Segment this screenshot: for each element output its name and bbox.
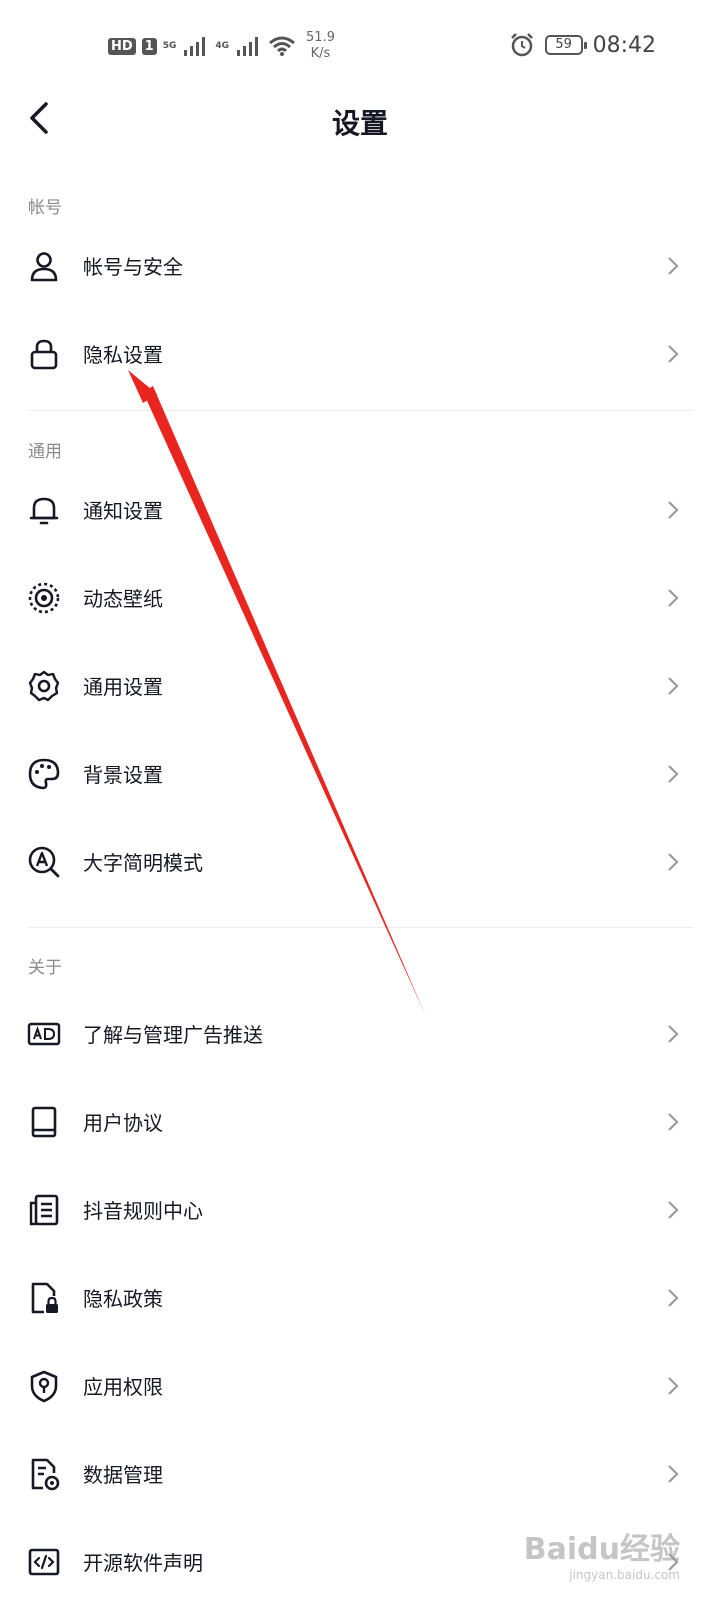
top-bar: 设置 bbox=[0, 88, 720, 150]
status-left: HD 1 5G 4G 51.9 K/s bbox=[108, 30, 335, 62]
row-label: 隐私政策 bbox=[83, 1287, 163, 1311]
network-4g-label: 4G bbox=[215, 41, 230, 51]
bell-icon bbox=[29, 497, 59, 525]
section-label-account: 帐号 bbox=[28, 198, 62, 218]
watermark-url: jingyan.baidu.com bbox=[569, 1568, 680, 1582]
chevron-right-icon bbox=[668, 1377, 679, 1395]
chevron-right-icon bbox=[668, 853, 679, 871]
user-icon bbox=[30, 252, 58, 282]
chevron-right-icon bbox=[668, 1201, 679, 1219]
settings-row-data-management[interactable]: 数据管理 bbox=[0, 1430, 720, 1518]
document-list-icon bbox=[29, 1194, 59, 1226]
settings-row-account-security[interactable]: 帐号与安全 bbox=[0, 222, 720, 310]
row-label: 了解与管理广告推送 bbox=[83, 1023, 263, 1047]
status-right: 59 08:42 bbox=[509, 32, 656, 58]
section-divider bbox=[28, 927, 693, 928]
wallpaper-icon bbox=[28, 582, 60, 614]
settings-row-rules-center[interactable]: 抖音规则中心 bbox=[0, 1166, 720, 1254]
shield-icon bbox=[30, 1370, 58, 1403]
speed-value: 51.9 bbox=[306, 30, 335, 45]
watermark: Baidu经验 jingyan.baidu.com bbox=[524, 1524, 680, 1582]
signal-icon-2 bbox=[237, 37, 259, 56]
settings-row-ad-management[interactable]: 了解与管理广告推送 bbox=[0, 990, 720, 1078]
chevron-right-icon bbox=[668, 345, 679, 363]
row-label: 通知设置 bbox=[83, 499, 163, 523]
chevron-right-icon bbox=[668, 257, 679, 275]
ad-icon bbox=[27, 1022, 61, 1046]
settings-row-privacy-settings[interactable]: 隐私设置 bbox=[0, 310, 720, 398]
signal-icon bbox=[184, 37, 206, 56]
row-label: 背景设置 bbox=[83, 763, 163, 787]
chevron-right-icon bbox=[668, 677, 679, 695]
row-label: 隐私设置 bbox=[83, 343, 163, 367]
settings-row-live-wallpaper[interactable]: 动态壁纸 bbox=[0, 554, 720, 642]
file-gear-icon bbox=[31, 1458, 60, 1491]
row-label: 大字简明模式 bbox=[83, 851, 203, 875]
settings-row-app-permissions[interactable]: 应用权限 bbox=[0, 1342, 720, 1430]
row-label: 动态壁纸 bbox=[83, 587, 163, 611]
row-label: 数据管理 bbox=[83, 1463, 163, 1487]
file-lock-icon bbox=[31, 1282, 58, 1314]
settings-row-general-settings[interactable]: 通用设置 bbox=[0, 642, 720, 730]
row-label: 开源软件声明 bbox=[83, 1551, 203, 1575]
status-bar: HD 1 5G 4G 51.9 K/s 59 08:42 bbox=[0, 0, 720, 90]
row-label: 帐号与安全 bbox=[83, 255, 183, 279]
hd-badge: HD bbox=[108, 37, 136, 55]
gear-icon bbox=[28, 670, 60, 702]
settings-row-background-settings[interactable]: 背景设置 bbox=[0, 730, 720, 818]
section-label-about: 关于 bbox=[28, 958, 62, 978]
chevron-right-icon bbox=[668, 589, 679, 607]
row-label: 抖音规则中心 bbox=[83, 1199, 203, 1223]
row-label: 通用设置 bbox=[83, 675, 163, 699]
row-label: 应用权限 bbox=[83, 1375, 163, 1399]
lock-icon bbox=[30, 339, 58, 370]
network-5g-label: 5G bbox=[162, 41, 177, 51]
large-font-icon bbox=[28, 846, 60, 878]
palette-icon bbox=[28, 758, 60, 790]
row-label: 用户协议 bbox=[83, 1111, 163, 1135]
watermark-logo: Baidu经验 bbox=[523, 1532, 680, 1567]
sim-badge: 1 bbox=[141, 37, 157, 55]
chevron-right-icon bbox=[668, 501, 679, 519]
code-icon bbox=[28, 1548, 60, 1576]
battery-indicator: 59 bbox=[544, 35, 587, 55]
chevron-right-icon bbox=[668, 765, 679, 783]
settings-row-large-font-mode[interactable]: 大字简明模式 bbox=[0, 818, 720, 906]
speed-unit: K/s bbox=[310, 46, 331, 61]
book-icon bbox=[31, 1106, 57, 1138]
settings-row-notifications[interactable]: 通知设置 bbox=[0, 466, 720, 554]
network-speed: 51.9 K/s bbox=[306, 30, 335, 62]
settings-row-privacy-policy[interactable]: 隐私政策 bbox=[0, 1254, 720, 1342]
alarm-icon bbox=[510, 33, 533, 57]
chevron-right-icon bbox=[668, 1025, 679, 1043]
settings-row-user-agreement[interactable]: 用户协议 bbox=[0, 1078, 720, 1166]
clock: 08:42 bbox=[592, 32, 656, 58]
section-label-general: 通用 bbox=[28, 442, 62, 462]
wifi-icon bbox=[269, 36, 295, 56]
page-title: 设置 bbox=[331, 107, 388, 140]
chevron-right-icon bbox=[668, 1289, 679, 1307]
chevron-right-icon bbox=[668, 1113, 679, 1131]
chevron-right-icon bbox=[668, 1465, 679, 1483]
section-divider bbox=[28, 410, 693, 411]
